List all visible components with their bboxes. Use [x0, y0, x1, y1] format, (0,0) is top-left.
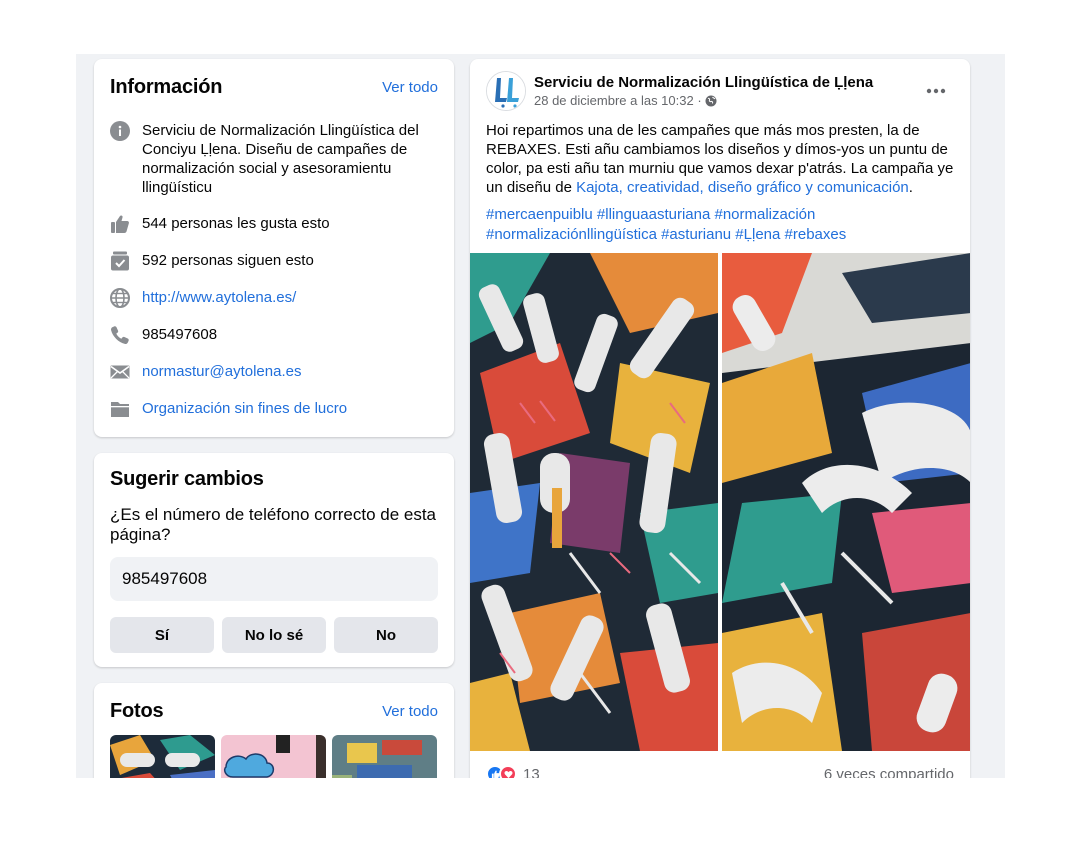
globe-icon: [705, 95, 717, 106]
page-avatar[interactable]: [486, 71, 526, 111]
post-image-rebaxes-detail[interactable]: [721, 253, 970, 751]
info-description-row: Serviciu de Normalización Llingüística d…: [94, 121, 454, 197]
info-icon: [110, 121, 130, 141]
reactions-count: 13: [523, 765, 540, 779]
dont-know-button[interactable]: No lo sé: [222, 617, 326, 653]
love-reaction-icon: [499, 765, 517, 778]
post-mention-link[interactable]: Kajota, creatividad, diseño gráfico y co…: [576, 179, 909, 196]
suggest-question: ¿Es el número de teléfono correcto de es…: [110, 505, 437, 544]
photos-see-all-link[interactable]: Ver todo: [382, 703, 438, 720]
more-options-button[interactable]: [918, 73, 954, 109]
page-description: Serviciu de Normalización Llingüística d…: [142, 122, 419, 196]
post-text-end: .: [908, 179, 913, 196]
suggested-phone-field: 985497608: [110, 557, 438, 601]
photo-thumbnail[interactable]: [221, 735, 326, 778]
phone-icon: [111, 326, 129, 344]
info-phone-row: 985497608: [94, 325, 454, 345]
shares-count[interactable]: 6 veces compartido: [824, 766, 954, 779]
info-email-row: normastur@aytolena.es: [94, 362, 454, 382]
info-website-row: http://www.aytolena.es/: [94, 288, 454, 308]
post-image-rebaxes-poster[interactable]: [470, 253, 719, 751]
info-likes-row: 544 personas les gusta esto: [94, 214, 454, 234]
page-viewport: Información Ver todo Serviciu de Normali…: [76, 54, 1005, 778]
about-card: Información Ver todo Serviciu de Normali…: [94, 59, 454, 437]
followers-count-text: 592 personas siguen esto: [142, 252, 314, 269]
suggest-changes-title: Sugerir cambios: [110, 467, 264, 490]
reactions-summary[interactable]: 13: [486, 765, 540, 778]
photo-thumbnail[interactable]: [110, 735, 215, 778]
phone-number-text: 985497608: [142, 326, 218, 343]
info-category-row: Organización sin fines de lucro: [94, 399, 454, 419]
thumbs-up-icon: [111, 215, 129, 233]
post-image-grid: [470, 253, 970, 751]
about-title: Información: [110, 75, 223, 98]
post-text: Hoi repartimos una de les campañes que m…: [470, 111, 970, 197]
email-link[interactable]: normastur@aytolena.es: [142, 362, 301, 381]
post-card: Serviciu de Normalización Llingüística d…: [470, 59, 970, 778]
yes-button[interactable]: Sí: [110, 617, 214, 653]
photos-title: Fotos: [110, 699, 164, 722]
website-link[interactable]: http://www.aytolena.es/: [142, 288, 296, 307]
photo-thumbnail[interactable]: [332, 735, 437, 778]
photos-card: Fotos Ver todo: [94, 683, 454, 778]
globe-icon: [110, 288, 130, 308]
info-followers-row: 592 personas siguen esto: [94, 251, 454, 271]
followers-check-icon: [111, 251, 129, 271]
no-button[interactable]: No: [334, 617, 438, 653]
about-see-all-link[interactable]: Ver todo: [382, 79, 438, 96]
post-hashtags[interactable]: #mercaenpuiblu #llinguaasturiana #normal…: [470, 197, 970, 244]
post-timestamp[interactable]: 28 de diciembre a las 10:32 ·: [534, 92, 702, 109]
category-link[interactable]: Organización sin fines de lucro: [142, 399, 347, 418]
likes-count-text: 544 personas les gusta esto: [142, 215, 330, 232]
suggest-changes-card: Sugerir cambios ¿Es el número de teléfon…: [94, 453, 454, 667]
envelope-icon: [110, 365, 130, 379]
post-author-name[interactable]: Serviciu de Normalización Llingüística d…: [534, 73, 918, 92]
ellipsis-icon: [926, 88, 946, 94]
folder-icon: [111, 402, 129, 417]
